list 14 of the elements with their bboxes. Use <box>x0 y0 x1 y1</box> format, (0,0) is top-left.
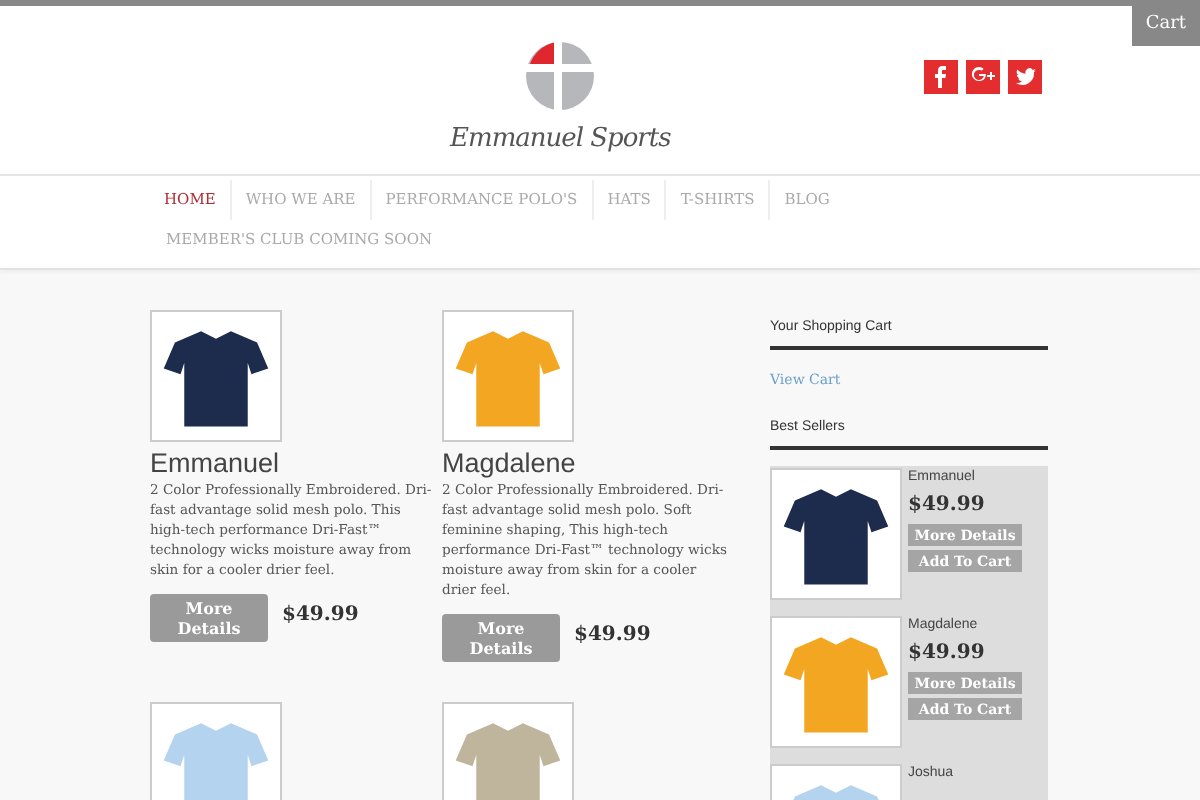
more-details-button[interactable]: More Details <box>442 614 560 662</box>
twitter-icon[interactable] <box>1008 60 1042 94</box>
cart-tab[interactable]: Cart <box>1131 6 1200 45</box>
logo-text: Emmanuel Sports <box>447 122 673 158</box>
google-plus-icon[interactable] <box>966 60 1000 94</box>
product-name[interactable]: Emmanuel <box>150 448 442 480</box>
product-price: $49.99 <box>908 492 987 520</box>
more-details-button[interactable]: More Details <box>150 594 268 642</box>
product-price: $49.99 <box>574 622 651 650</box>
product-price: $49.99 <box>908 640 987 668</box>
product-price: $49.99 <box>282 602 359 630</box>
facebook-icon[interactable] <box>924 60 958 94</box>
product-name[interactable]: Magdalene <box>442 448 734 480</box>
logo-icon <box>524 40 596 112</box>
